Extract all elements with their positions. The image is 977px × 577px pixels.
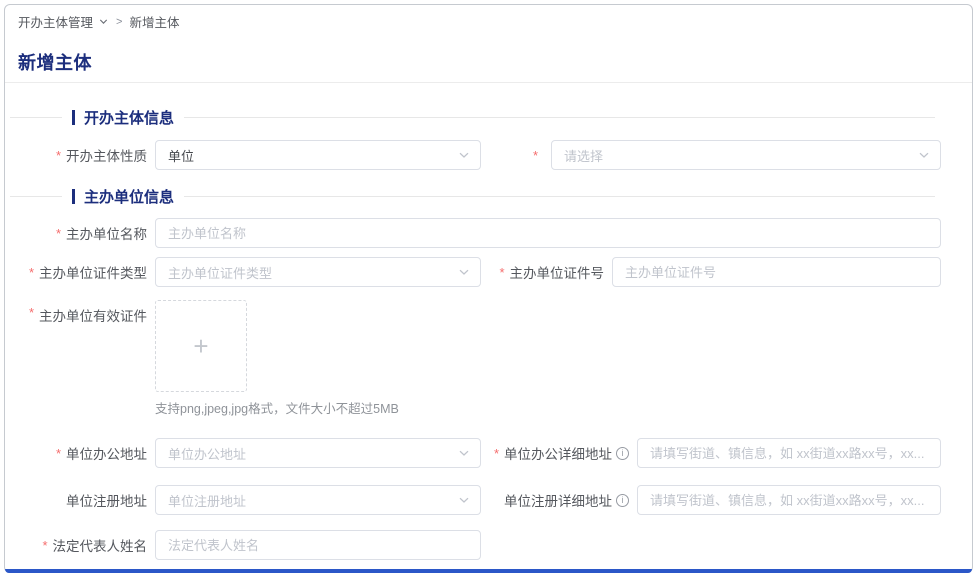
section-accent-bar	[72, 110, 75, 125]
subject-type-label: *	[533, 140, 551, 170]
office-addr-label: * 单位办公地址	[56, 438, 155, 468]
subject-type-select[interactable]: 请选择	[551, 140, 941, 170]
cert-no-input[interactable]	[612, 257, 941, 287]
field-cert-file: * 主办单位有效证件 +	[155, 300, 247, 392]
required-mark: *	[533, 148, 538, 163]
required-mark: *	[56, 226, 61, 241]
breadcrumb: 开办主体管理 > 新增主体	[18, 12, 179, 31]
section-header-org-info: 主办单位信息	[10, 188, 935, 204]
subject-nature-select[interactable]: 单位	[155, 140, 481, 170]
field-office-detail: * 单位办公详细地址 i	[637, 438, 941, 468]
info-icon[interactable]: i	[616, 447, 629, 460]
plus-icon: +	[193, 333, 208, 359]
reg-detail-input[interactable]	[637, 485, 941, 515]
info-icon[interactable]: i	[616, 494, 629, 507]
reg-detail-label: 单位注册详细地址 i	[504, 485, 637, 515]
cert-type-select[interactable]: 主办单位证件类型	[155, 257, 481, 287]
field-subject-type: * 请选择	[551, 140, 941, 170]
org-name-label: * 主办单位名称	[56, 218, 155, 248]
field-office-addr: * 单位办公地址 单位办公地址	[155, 438, 481, 468]
reg-addr-placeholder: 单位注册地址	[168, 491, 246, 510]
breadcrumb-current: 新增主体	[129, 12, 179, 31]
subject-type-placeholder: 请选择	[564, 146, 603, 165]
breadcrumb-root-link[interactable]: 开办主体管理	[18, 12, 93, 31]
section-title: 主办单位信息	[84, 186, 174, 207]
office-addr-placeholder: 单位办公地址	[168, 444, 246, 463]
breadcrumb-separator: >	[116, 16, 122, 28]
field-cert-no: * 主办单位证件号	[612, 257, 941, 287]
section-accent-bar	[72, 189, 75, 204]
org-name-input[interactable]	[155, 218, 941, 248]
section-header-subject-info: 开办主体信息	[10, 109, 935, 125]
field-subject-nature: * 开办主体性质 单位	[155, 140, 481, 170]
cert-type-placeholder: 主办单位证件类型	[168, 263, 272, 282]
chevron-down-icon	[918, 149, 930, 161]
chevron-down-icon	[458, 447, 470, 459]
page-title: 新增主体	[18, 49, 92, 75]
office-addr-select[interactable]: 单位办公地址	[155, 438, 481, 468]
required-mark: *	[42, 538, 47, 553]
title-divider	[5, 82, 972, 83]
required-mark: *	[56, 446, 61, 461]
chevron-down-icon	[458, 149, 470, 161]
legal-name-input[interactable]	[155, 530, 481, 560]
required-mark: *	[499, 265, 504, 280]
office-detail-label: * 单位办公详细地址 i	[494, 438, 637, 468]
field-org-name: * 主办单位名称	[155, 218, 941, 248]
chevron-down-icon	[458, 266, 470, 278]
reg-addr-select[interactable]: 单位注册地址	[155, 485, 481, 515]
subject-nature-value: 单位	[168, 146, 194, 165]
field-legal-name: * 法定代表人姓名	[155, 530, 481, 560]
chevron-down-icon	[458, 494, 470, 506]
required-mark: *	[494, 446, 499, 461]
field-reg-addr: 单位注册地址 单位注册地址	[155, 485, 481, 515]
office-detail-input[interactable]	[637, 438, 941, 468]
cert-type-label: * 主办单位证件类型	[29, 257, 155, 287]
required-mark: *	[29, 265, 34, 280]
cert-file-label: * 主办单位有效证件	[29, 300, 155, 335]
upload-dropzone[interactable]: +	[155, 300, 247, 392]
section-title: 开办主体信息	[84, 107, 174, 128]
required-mark: *	[56, 148, 61, 163]
field-cert-type: * 主办单位证件类型 主办单位证件类型	[155, 257, 481, 287]
reg-addr-label: 单位注册地址	[66, 485, 155, 515]
subject-nature-label: * 开办主体性质	[56, 140, 155, 170]
chevron-down-icon[interactable]	[98, 16, 109, 27]
legal-name-label: * 法定代表人姓名	[42, 530, 155, 560]
cert-no-label: * 主办单位证件号	[499, 257, 612, 287]
required-mark: *	[29, 305, 34, 320]
field-reg-detail: 单位注册详细地址 i	[637, 485, 941, 515]
upload-hint: 支持png,jpeg,jpg格式，文件大小不超过5MB	[155, 398, 399, 417]
bottom-accent-bar	[5, 569, 972, 573]
